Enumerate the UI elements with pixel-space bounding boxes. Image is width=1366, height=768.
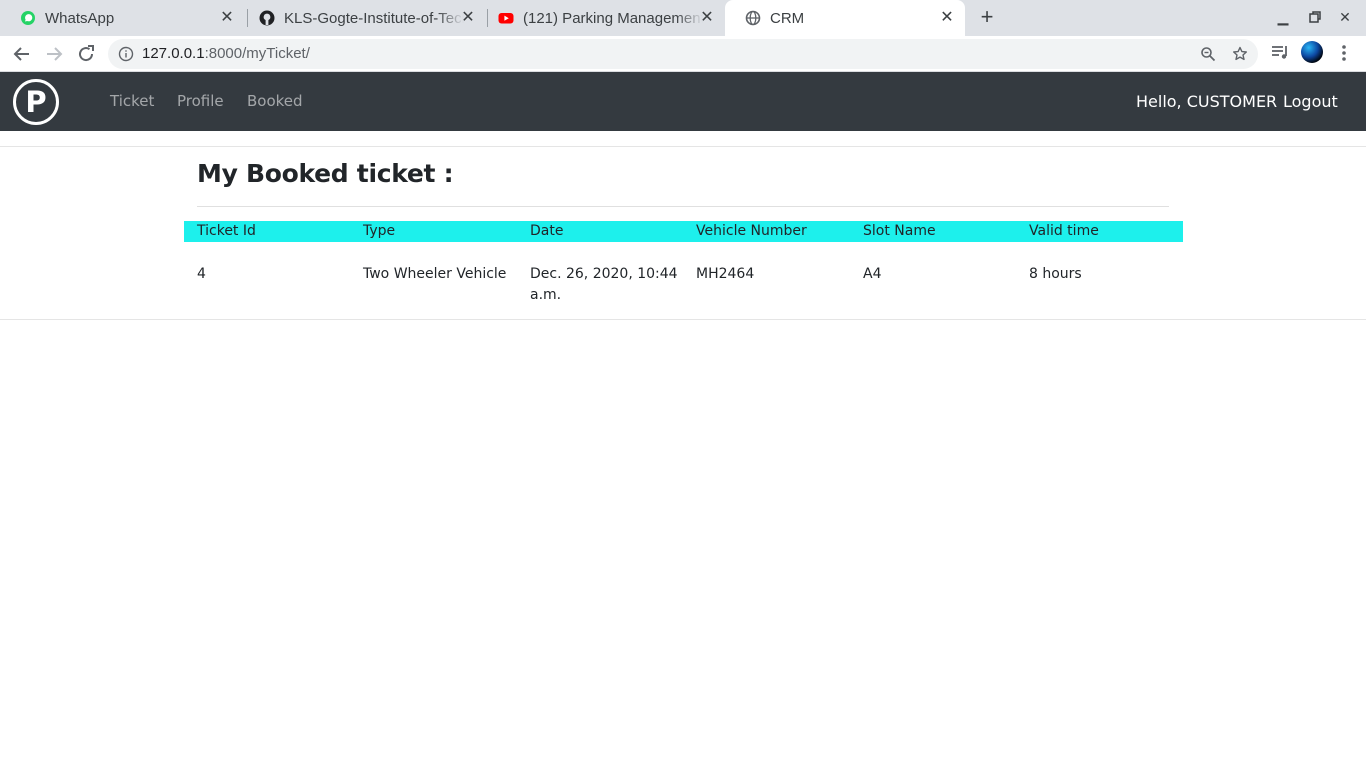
parking-logo-icon[interactable]: P bbox=[13, 79, 59, 125]
back-icon[interactable] bbox=[10, 42, 34, 66]
nav-link-profile[interactable]: Profile bbox=[177, 92, 224, 110]
divider bbox=[0, 146, 1366, 147]
url-host: 127.0.0.1 bbox=[142, 45, 205, 62]
url-path: :8000/myTicket/ bbox=[204, 45, 310, 62]
tab-title: CRM bbox=[770, 9, 805, 27]
cell-date-line1: Dec. 26, 2020, 10:44 bbox=[530, 266, 678, 282]
close-window-icon[interactable]: ✕ bbox=[1336, 8, 1354, 26]
browser-tab-strip: WhatsApp ✕ KLS-Gogte-Institute-of-Techno… bbox=[0, 0, 1366, 36]
bookmark-star-icon[interactable] bbox=[1232, 46, 1248, 62]
nav-link-ticket[interactable]: Ticket bbox=[110, 92, 154, 110]
globe-icon bbox=[745, 10, 761, 26]
cell-valid-time: 8 hours bbox=[1029, 266, 1082, 282]
tab-github[interactable]: KLS-Gogte-Institute-of-Technology ✕ bbox=[239, 0, 486, 36]
media-queue-icon[interactable] bbox=[1270, 42, 1290, 62]
zoom-icon[interactable] bbox=[1200, 46, 1216, 62]
brand-letter: P bbox=[25, 85, 46, 119]
browser-toolbar: 127.0.0.1:8000/myTicket/ bbox=[0, 36, 1366, 72]
new-tab-button[interactable]: + bbox=[977, 6, 997, 28]
site-navbar: P Ticket Profile Booked Hello, CUSTOMER … bbox=[0, 72, 1366, 131]
nav-link-booked[interactable]: Booked bbox=[247, 92, 303, 110]
tab-title: (121) Parking Management bbox=[523, 9, 703, 27]
whatsapp-icon bbox=[21, 11, 35, 25]
info-icon[interactable] bbox=[118, 46, 134, 62]
cell-vehicle-number: MH2464 bbox=[696, 266, 755, 282]
logout-link[interactable]: Logout bbox=[1283, 92, 1338, 111]
header-valid-time: Valid time bbox=[1029, 223, 1099, 239]
close-tab-icon[interactable]: ✕ bbox=[460, 10, 476, 26]
divider bbox=[0, 319, 1366, 320]
cell-date-line2: a.m. bbox=[530, 287, 562, 303]
header-ticket-id: Ticket Id bbox=[197, 223, 256, 239]
table-header-row: Ticket Id Type Date Vehicle Number Slot … bbox=[184, 221, 1183, 242]
header-date: Date bbox=[530, 223, 564, 239]
address-bar[interactable]: 127.0.0.1:8000/myTicket/ bbox=[108, 39, 1258, 69]
cell-slot-name: A4 bbox=[863, 266, 882, 282]
youtube-icon bbox=[498, 13, 514, 24]
header-vehicle-number: Vehicle Number bbox=[696, 223, 807, 239]
tab-title: KLS-Gogte-Institute-of-Technology bbox=[284, 9, 464, 27]
header-slot-name: Slot Name bbox=[863, 223, 936, 239]
cell-date: Dec. 26, 2020, 10:44 a.m. bbox=[530, 264, 678, 306]
tab-title: WhatsApp bbox=[45, 9, 115, 27]
header-type: Type bbox=[363, 223, 396, 239]
close-tab-icon[interactable]: ✕ bbox=[939, 10, 955, 26]
tab-crm[interactable]: CRM ✕ bbox=[725, 0, 965, 36]
github-icon bbox=[259, 10, 275, 26]
reload-icon[interactable] bbox=[74, 42, 98, 66]
page-title: My Booked ticket : bbox=[197, 159, 454, 188]
profile-avatar-icon[interactable] bbox=[1301, 41, 1323, 63]
cell-ticket-id: 4 bbox=[197, 266, 206, 282]
url-text: 127.0.0.1:8000/myTicket/ bbox=[142, 45, 310, 62]
title-divider bbox=[197, 206, 1169, 207]
greeting-text: Hello, CUSTOMER bbox=[1136, 92, 1278, 111]
restore-icon[interactable] bbox=[1306, 8, 1324, 26]
minimize-icon[interactable]: ▁ bbox=[1274, 8, 1292, 26]
close-tab-icon[interactable]: ✕ bbox=[219, 10, 235, 26]
tab-youtube[interactable]: (121) Parking Management ✕ bbox=[478, 0, 725, 36]
close-tab-icon[interactable]: ✕ bbox=[699, 10, 715, 26]
more-menu-icon[interactable] bbox=[1334, 43, 1354, 63]
forward-icon[interactable] bbox=[42, 42, 66, 66]
tab-whatsapp[interactable]: WhatsApp ✕ bbox=[0, 0, 245, 36]
cell-type: Two Wheeler Vehicle bbox=[363, 266, 507, 282]
